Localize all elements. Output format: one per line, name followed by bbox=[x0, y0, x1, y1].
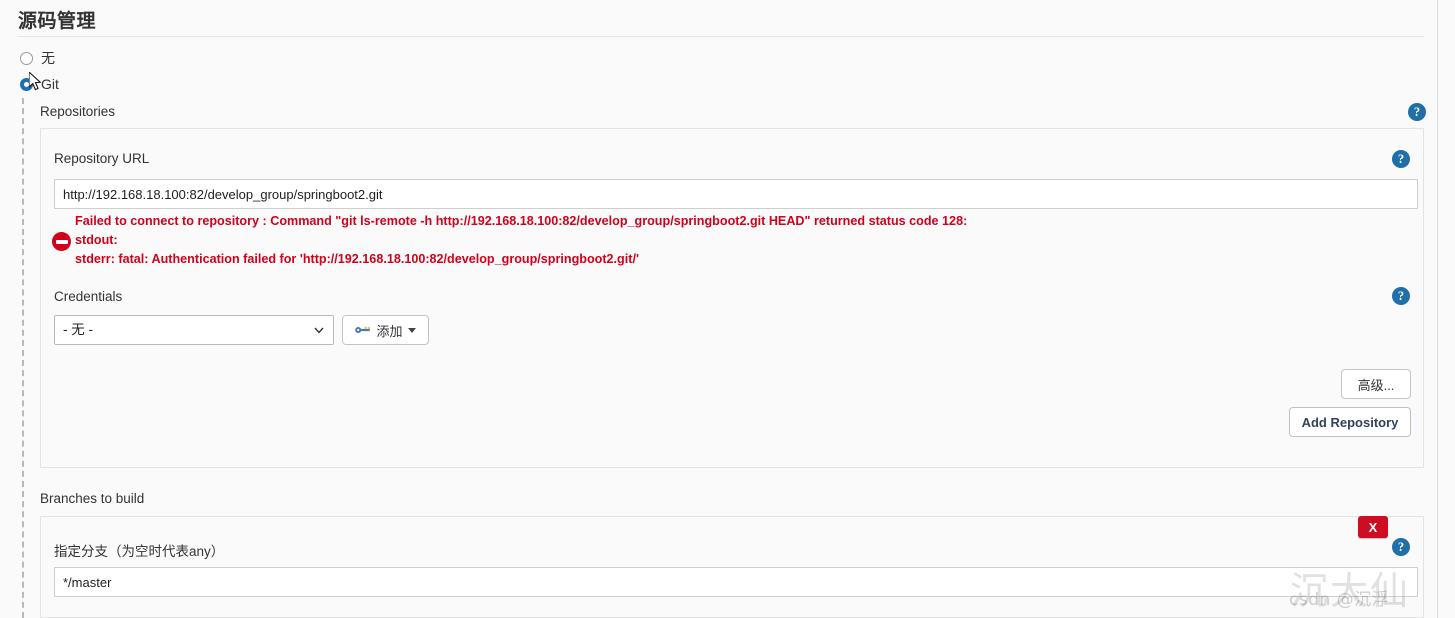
scm-configuration-page: 源码管理 无 Git Repositories ? Repository URL… bbox=[0, 0, 1455, 618]
chevron-down-icon bbox=[314, 327, 324, 334]
scm-option-git-label: Git bbox=[41, 76, 59, 92]
error-line-3: stderr: fatal: Authentication failed for… bbox=[75, 252, 639, 266]
caret-down-icon bbox=[407, 327, 416, 333]
repositories-label: Repositories bbox=[40, 104, 116, 119]
advanced-button[interactable]: 高级... bbox=[1341, 369, 1411, 399]
add-credentials-label: 添加 bbox=[376, 323, 403, 339]
credentials-help-icon[interactable]: ? bbox=[1392, 287, 1410, 305]
branch-spec-input[interactable] bbox=[54, 567, 1418, 597]
page-title: 源码管理 bbox=[18, 11, 97, 32]
error-line-2: stdout: bbox=[75, 233, 118, 247]
scm-option-none-label: 无 bbox=[41, 50, 55, 66]
repository-url-input[interactable] bbox=[54, 179, 1418, 209]
error-circle-icon bbox=[52, 232, 71, 251]
repository-url-help-icon[interactable]: ? bbox=[1392, 150, 1410, 168]
scm-option-git[interactable]: Git bbox=[20, 76, 59, 92]
repository-error-message: Failed to connect to repository : Comman… bbox=[52, 212, 1232, 269]
credentials-select-value: - 无 - bbox=[63, 322, 93, 337]
branch-spec-label: 指定分支（为空时代表any） bbox=[54, 544, 225, 559]
repository-url-label: Repository URL bbox=[54, 151, 150, 166]
branches-to-build-label: Branches to build bbox=[40, 491, 145, 506]
delete-branch-button[interactable]: X bbox=[1358, 516, 1388, 538]
add-credentials-button[interactable]: 添加 bbox=[342, 315, 429, 345]
add-repository-button[interactable]: Add Repository bbox=[1289, 407, 1411, 437]
error-line-1: Failed to connect to repository : Comman… bbox=[75, 214, 968, 228]
radio-git-icon[interactable] bbox=[20, 77, 33, 91]
title-divider bbox=[18, 36, 1424, 37]
advanced-button-label: 高级... bbox=[1357, 377, 1395, 393]
form-group-guide bbox=[22, 98, 24, 618]
repositories-help-icon[interactable]: ? bbox=[1408, 103, 1426, 121]
scm-option-none[interactable]: 无 bbox=[20, 48, 55, 68]
delete-branch-button-label: X bbox=[1368, 519, 1378, 535]
radio-none-icon[interactable] bbox=[20, 51, 33, 65]
branches-help-icon[interactable]: ? bbox=[1392, 538, 1410, 556]
key-icon bbox=[355, 326, 371, 333]
add-repository-button-label: Add Repository bbox=[1301, 414, 1399, 430]
page-right-edge bbox=[1437, 0, 1455, 618]
credentials-label: Credentials bbox=[54, 289, 123, 304]
credentials-select[interactable]: - 无 - bbox=[54, 315, 334, 345]
